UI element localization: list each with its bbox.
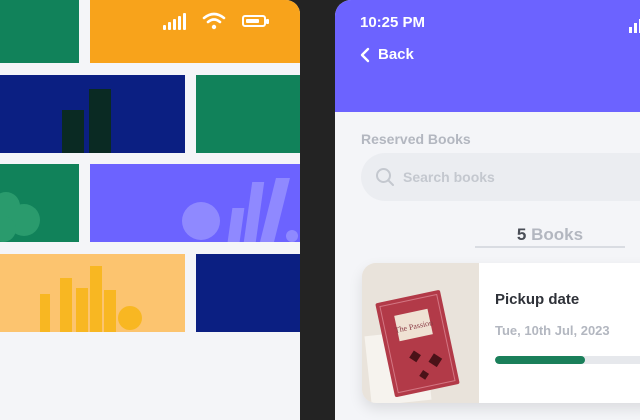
right-phone: 10:25 PM Back Reserved Books 5 Books: [335, 0, 640, 420]
count-underline: [475, 246, 625, 248]
tile-green-right[interactable]: [196, 75, 300, 153]
chart-bar: [104, 290, 116, 332]
tile-orange-top[interactable]: [90, 0, 300, 63]
chart-bar: [76, 288, 88, 332]
tile-green-bubbles[interactable]: [0, 164, 79, 242]
status-time: 10:25 PM: [360, 14, 426, 31]
battery-level: [246, 19, 259, 23]
status-bar: [163, 12, 269, 30]
chart-circle: [182, 202, 220, 240]
tile-navy-right[interactable]: [196, 254, 300, 332]
chart-dot: [286, 230, 298, 242]
chart-bar: [260, 178, 290, 242]
section-title: Reserved Books: [361, 131, 471, 147]
chart-bar: [62, 110, 84, 153]
books-count: 5 Books: [475, 225, 625, 245]
pickup-date: Tue, 10th Jul, 2023: [495, 323, 610, 338]
book-cover-illustration: The Passion: [362, 263, 479, 403]
screen: 10:25 PM Back Reserved Books 5 Books: [0, 0, 640, 420]
tile-light-orange-chart[interactable]: [0, 254, 185, 332]
search-input[interactable]: [403, 169, 623, 185]
tile-navy-chart[interactable]: [0, 75, 185, 153]
books-count-number: 5: [516, 225, 527, 244]
chart-bar: [227, 208, 245, 242]
header: 10:25 PM Back: [335, 0, 640, 112]
back-button[interactable]: Back: [360, 46, 414, 63]
back-label: Back: [378, 46, 414, 63]
progress-fill: [495, 356, 585, 364]
signal-icon: [629, 19, 640, 33]
tile-purple-chart[interactable]: [90, 164, 300, 242]
chevron-left-icon: [360, 47, 370, 62]
pickup-progress-bar: [495, 356, 640, 364]
books-count-unit: Books: [531, 225, 584, 244]
chart-bar: [60, 278, 72, 332]
chart-bar: [40, 294, 50, 332]
signal-icon: [163, 12, 186, 30]
wifi-icon: [202, 12, 226, 30]
search-bar[interactable]: [361, 153, 640, 201]
chart-bar: [89, 89, 111, 153]
tile-green-top[interactable]: [0, 0, 79, 63]
battery-icon: [242, 15, 269, 27]
card-title: Pickup date: [495, 291, 580, 308]
chart-circle: [118, 306, 142, 330]
left-phone: [0, 0, 300, 420]
chart-bar: [90, 266, 102, 332]
book-card[interactable]: The Passion Pickup date Tue, 10th Jul, 2…: [362, 263, 640, 403]
search-icon: [376, 168, 394, 186]
book-cover-image: The Passion: [362, 263, 479, 403]
